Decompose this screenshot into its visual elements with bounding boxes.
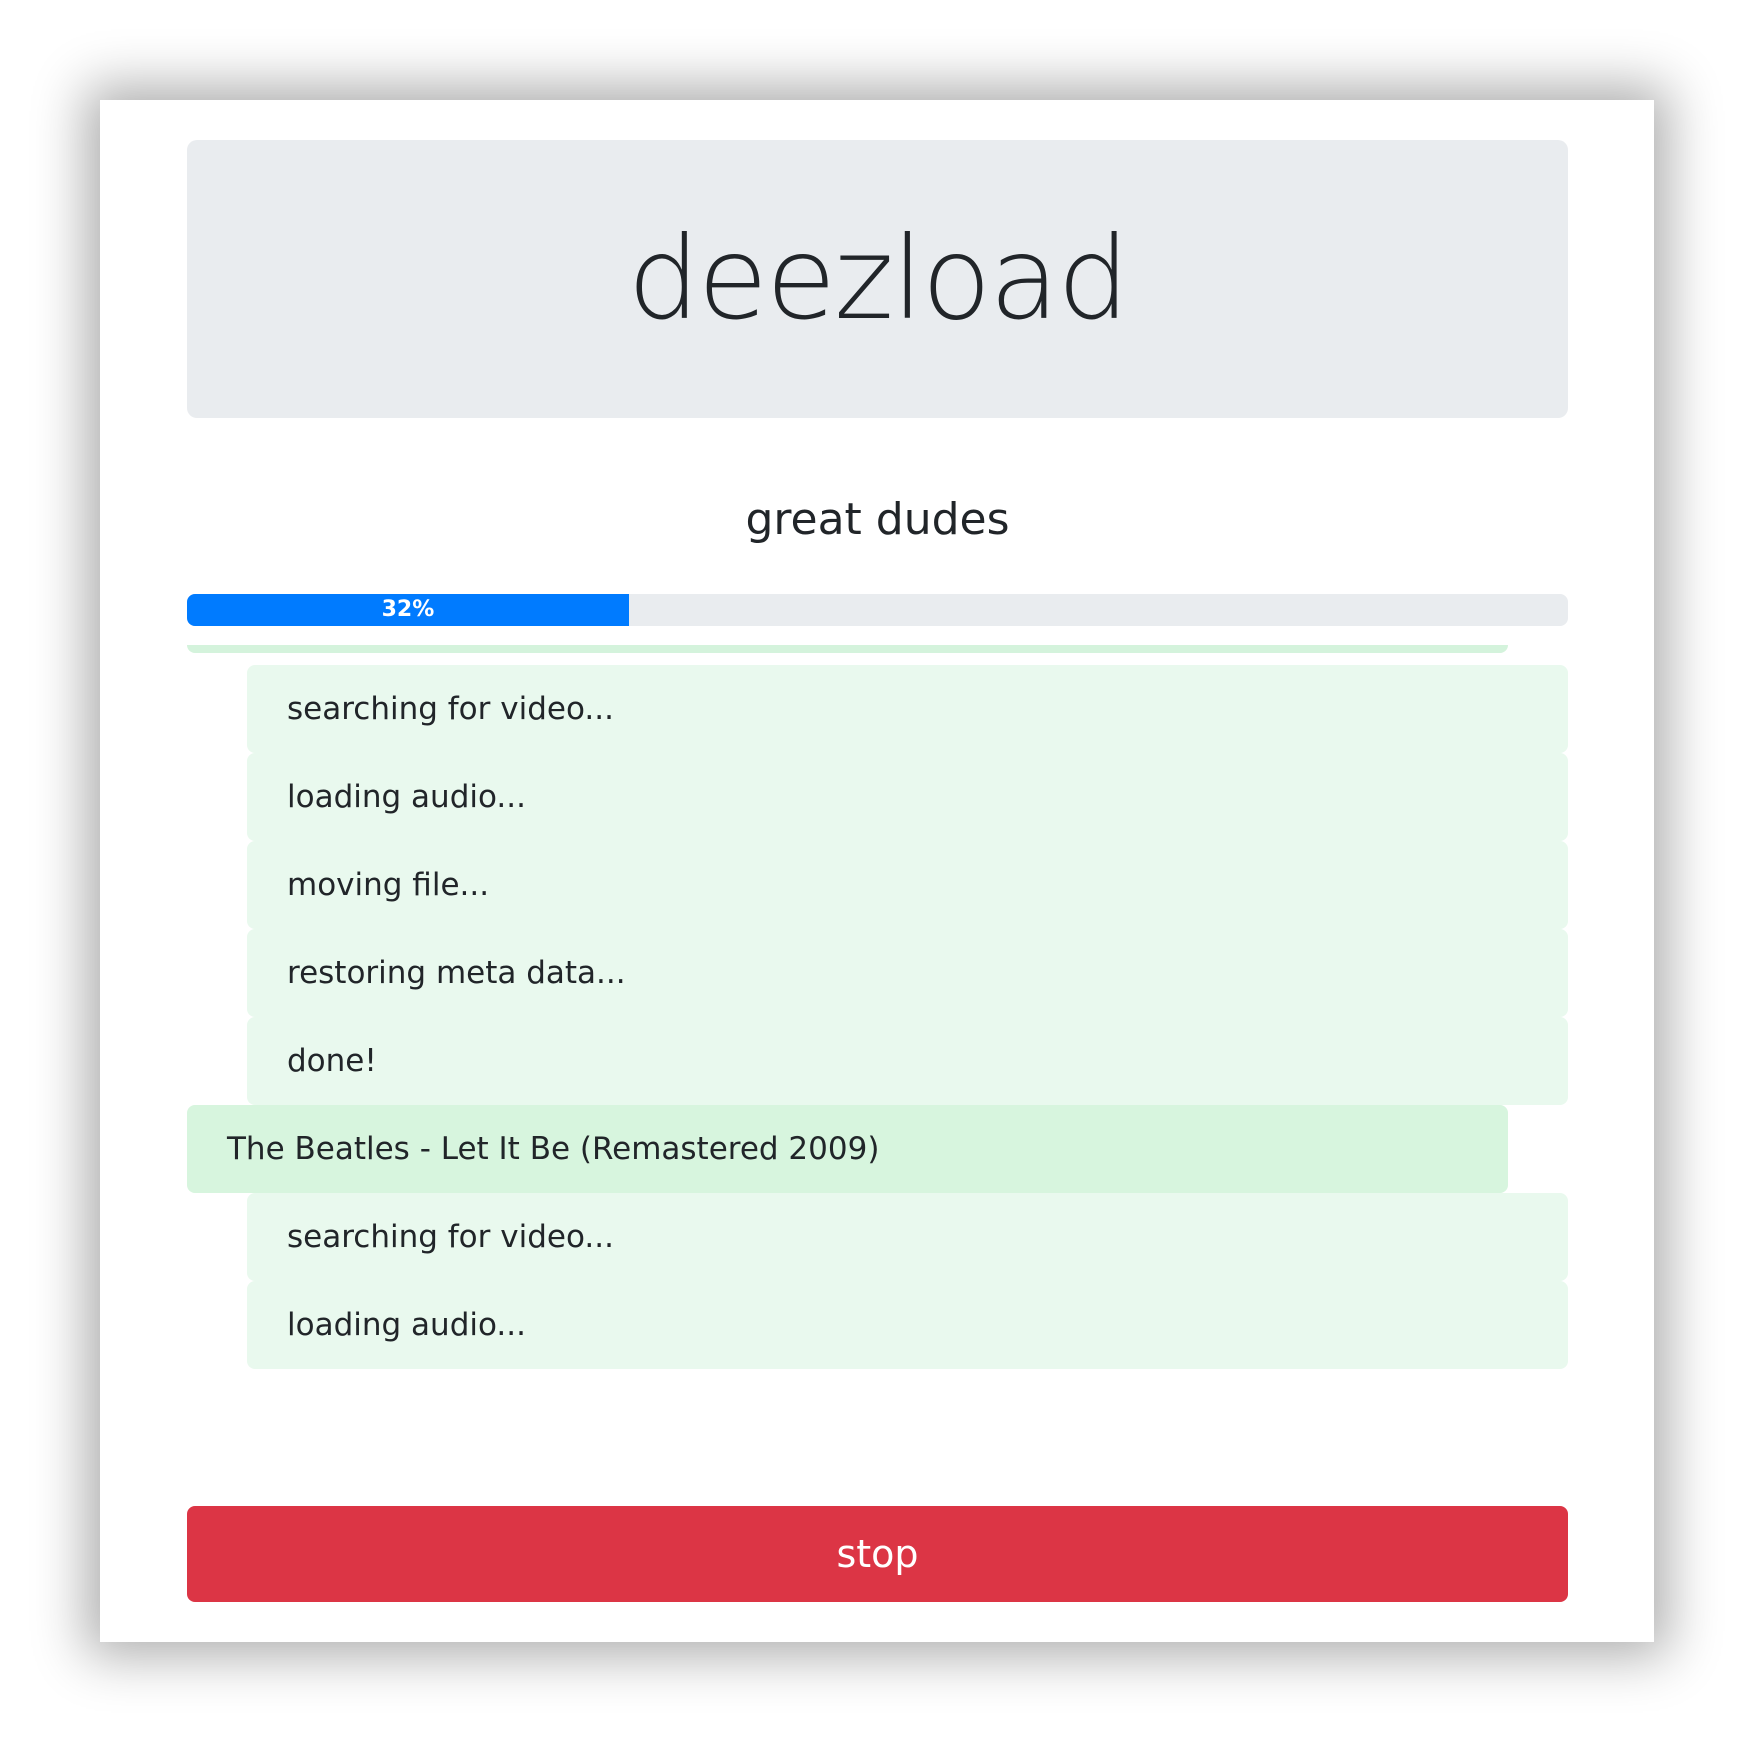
log-step-item: loading audio...	[247, 753, 1568, 841]
download-log[interactable]: searching for video... loading audio... …	[187, 645, 1568, 1565]
log-step-item: searching for video...	[247, 665, 1568, 753]
app-title: deezload	[627, 212, 1129, 345]
download-progress: 32%	[187, 594, 1568, 626]
log-step-item: restoring meta data...	[247, 929, 1568, 1017]
header-jumbotron: deezload	[187, 140, 1568, 418]
track-item-edge	[187, 645, 1508, 653]
log-track-item: The Beatles - Let It Be (Remastered 2009…	[187, 1105, 1508, 1193]
log-step-item: moving file...	[247, 841, 1568, 929]
log-step-item: searching for video...	[247, 1193, 1568, 1281]
playlist-title: great dudes	[745, 494, 1010, 545]
log-step-item: loading audio...	[247, 1281, 1568, 1369]
app-window: deezload great dudes 32% searching for v…	[100, 100, 1654, 1642]
progress-bar-fill: 32%	[187, 594, 629, 626]
stop-button[interactable]: stop	[187, 1506, 1568, 1602]
log-step-item: done!	[247, 1017, 1568, 1105]
